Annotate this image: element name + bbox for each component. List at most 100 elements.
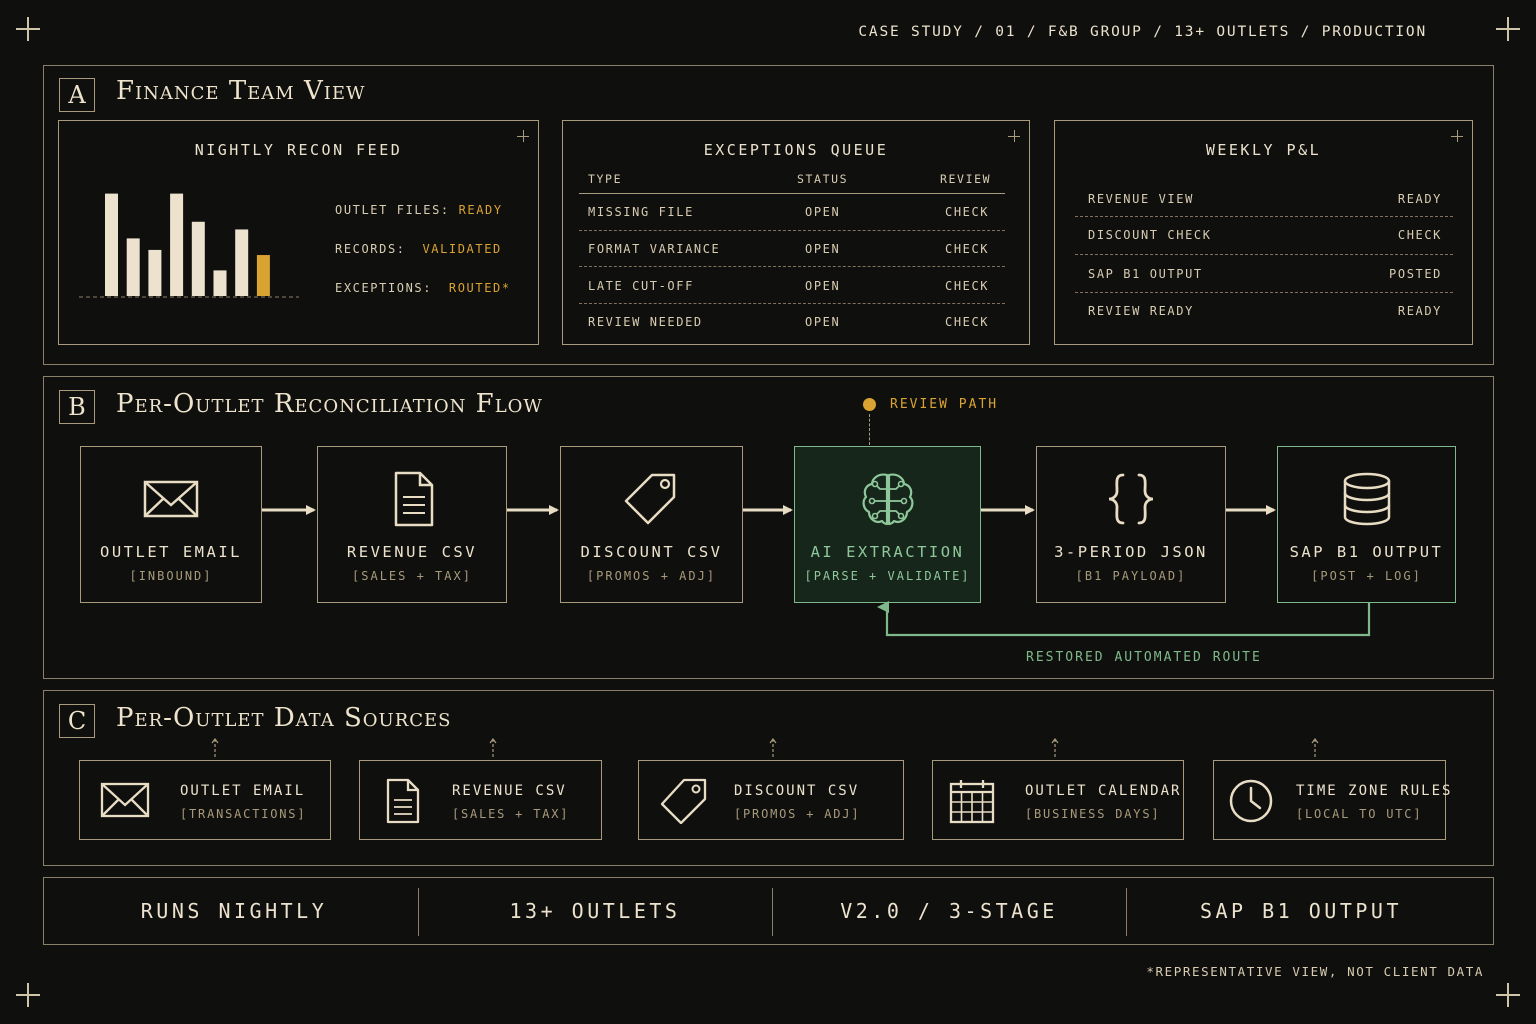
review-path-dot bbox=[863, 398, 876, 411]
recon-status-row: EXCEPTIONS: ROUTED* bbox=[335, 281, 511, 295]
table-cell-status: OPEN bbox=[805, 205, 841, 219]
recon-status-value: READY bbox=[458, 203, 503, 217]
section-letter-c: C bbox=[59, 704, 95, 738]
recon-status-value: ROUTED* bbox=[448, 281, 511, 295]
pnl-row-label: DISCOUNT CHECK bbox=[1088, 228, 1212, 242]
flow-step-sub: [PARSE + VALIDATE] bbox=[804, 569, 971, 583]
source-time-zone-rules[interactable]: TIME ZONE RULES [LOCAL TO UTC] bbox=[1213, 760, 1450, 840]
row-divider bbox=[1075, 216, 1453, 217]
flow-step-label: 3-PERIOD JSON bbox=[1054, 543, 1208, 561]
section-b-reconciliation-flow: B Per-Outlet Reconciliation Flow REVIEW … bbox=[43, 376, 1494, 679]
table-cell-type: MISSING FILE bbox=[588, 205, 694, 219]
source-sub: [TRANSACTIONS] bbox=[180, 807, 307, 821]
stat-version: V2.0 / 3-STAGE bbox=[840, 899, 1058, 923]
tag-icon bbox=[624, 473, 675, 525]
table-cell-status: OPEN bbox=[805, 315, 841, 329]
recon-status-label: EXCEPTIONS: bbox=[335, 281, 433, 295]
flow-step-sap-b1-output[interactable]: SAP B1 OUTPUT [POST + LOG] bbox=[1277, 446, 1456, 603]
braces-icon bbox=[1108, 473, 1154, 525]
source-label: DISCOUNT CSV bbox=[734, 783, 860, 799]
table-header-rule bbox=[579, 193, 1005, 194]
corner-mark-top-left bbox=[16, 17, 40, 41]
source-sub: [LOCAL TO UTC] bbox=[1296, 807, 1423, 821]
table-header-status: STATUS bbox=[797, 172, 849, 186]
chart-bar bbox=[213, 270, 227, 296]
table-cell-type: REVIEW NEEDED bbox=[588, 315, 703, 329]
pnl-row-value: CHECK bbox=[1397, 228, 1442, 242]
table-header-type: TYPE bbox=[588, 172, 623, 186]
source-outlet-calendar[interactable]: OUTLET CALENDAR [BUSINESS DAYS] bbox=[932, 760, 1184, 840]
brain-icon bbox=[862, 473, 913, 526]
stats-bar: RUNS NIGHTLY 13+ OUTLETS V2.0 / 3-STAGE … bbox=[43, 877, 1494, 945]
nightly-recon-feed-card: NIGHTLY RECON FEED OUTLET FILES: READY R… bbox=[58, 120, 539, 345]
flow-step-ai-extraction[interactable]: AI EXTRACTION [PARSE + VALIDATE] bbox=[794, 446, 981, 603]
stat-runs-nightly: RUNS NIGHTLY bbox=[140, 899, 328, 923]
chart-bar bbox=[256, 255, 270, 296]
pnl-row-label: REVIEW READY bbox=[1088, 304, 1194, 318]
review-path-label: REVIEW PATH bbox=[890, 397, 999, 412]
source-outlet-email[interactable]: OUTLET EMAIL [TRANSACTIONS] bbox=[79, 760, 331, 840]
recon-bar-chart bbox=[79, 193, 299, 298]
flow-step-label: REVENUE CSV bbox=[346, 543, 478, 561]
chart-bar bbox=[126, 238, 140, 296]
recon-status-value: VALIDATED bbox=[422, 242, 502, 256]
breadcrumb: CASE STUDY / 01 / F&B GROUP / 13+ OUTLET… bbox=[858, 24, 1427, 40]
flow-step-sub: [PROMOS + ADJ] bbox=[586, 569, 717, 583]
flow-step-3-period-json[interactable]: 3-PERIOD JSON [B1 PAYLOAD] bbox=[1036, 446, 1226, 603]
calendar-icon bbox=[949, 780, 995, 824]
pnl-row-label: REVENUE VIEW bbox=[1088, 192, 1194, 206]
table-header-review: REVIEW bbox=[940, 172, 992, 186]
card-title: WEEKLY P&L bbox=[1205, 141, 1322, 159]
corner-mark-bottom-right bbox=[1496, 983, 1520, 1007]
flow-step-discount-csv[interactable]: DISCOUNT CSV [PROMOS + ADJ] bbox=[560, 446, 743, 603]
chart-bar bbox=[148, 249, 162, 296]
source-discount-csv[interactable]: DISCOUNT CSV [PROMOS + ADJ] bbox=[638, 760, 904, 840]
flow-step-sub: [SALES + TAX] bbox=[352, 569, 472, 583]
stat-outlets: 13+ OUTLETS bbox=[509, 899, 681, 923]
flow-step-revenue-csv[interactable]: REVENUE CSV [SALES + TAX] bbox=[317, 446, 507, 603]
source-label: REVENUE CSV bbox=[452, 783, 567, 799]
document-icon bbox=[394, 471, 434, 527]
exceptions-queue-card: EXCEPTIONS QUEUE TYPE STATUS REVIEW MISS… bbox=[562, 120, 1030, 345]
pnl-row-value: POSTED bbox=[1389, 267, 1442, 281]
recon-status-row: RECORDS: VALIDATED bbox=[335, 242, 502, 256]
row-divider bbox=[1075, 292, 1453, 293]
flow-step-sub: [POST + LOG] bbox=[1311, 569, 1422, 583]
pnl-row-value: READY bbox=[1397, 192, 1442, 206]
loop-back-label: RESTORED AUTOMATED ROUTE bbox=[1026, 650, 1262, 665]
database-icon bbox=[1343, 472, 1390, 526]
document-icon bbox=[386, 778, 420, 824]
flow-step-outlet-email[interactable]: OUTLET EMAIL [INBOUND] bbox=[80, 446, 262, 603]
section-letter-a: A bbox=[59, 78, 95, 112]
source-label: OUTLET EMAIL bbox=[180, 783, 306, 799]
table-cell-review[interactable]: CHECK bbox=[945, 279, 989, 293]
tag-icon bbox=[660, 778, 707, 824]
source-label: TIME ZONE RULES bbox=[1296, 783, 1453, 799]
source-label: OUTLET CALENDAR bbox=[1025, 783, 1182, 799]
card-title: NIGHTLY RECON FEED bbox=[194, 141, 403, 159]
card-title: EXCEPTIONS QUEUE bbox=[703, 141, 889, 159]
section-title-b: Per-Outlet Reconciliation Flow bbox=[116, 389, 543, 419]
envelope-icon bbox=[143, 480, 199, 518]
section-title-a: Finance Team View bbox=[116, 76, 366, 106]
source-sub: [BUSINESS DAYS] bbox=[1025, 807, 1161, 821]
footnote: *REPRESENTATIVE VIEW, NOT CLIENT DATA bbox=[1146, 964, 1484, 979]
stat-sap-output: SAP B1 OUTPUT bbox=[1199, 899, 1403, 923]
chart-bar bbox=[191, 221, 205, 296]
review-path-connector bbox=[869, 414, 870, 445]
table-cell-review[interactable]: CHECK bbox=[945, 242, 989, 256]
recon-status-label: RECORDS: bbox=[335, 242, 406, 256]
table-cell-review[interactable]: CHECK bbox=[945, 315, 989, 329]
row-divider bbox=[1075, 254, 1453, 255]
flow-step-sub: [INBOUND] bbox=[129, 569, 213, 583]
section-title-c: Per-Outlet Data Sources bbox=[116, 703, 452, 733]
weekly-pnl-card: WEEKLY P&L REVENUE VIEW READY DISCOUNT C… bbox=[1054, 120, 1473, 345]
row-divider bbox=[579, 230, 1005, 231]
envelope-icon bbox=[100, 782, 150, 818]
section-letter-b: B bbox=[59, 390, 95, 424]
table-cell-review[interactable]: CHECK bbox=[945, 205, 989, 219]
row-divider bbox=[579, 266, 1005, 267]
source-revenue-csv[interactable]: REVENUE CSV [SALES + TAX] bbox=[359, 760, 602, 840]
section-c-data-sources: C Per-Outlet Data Sources OUTLET EMAIL [… bbox=[43, 690, 1494, 866]
row-divider bbox=[579, 303, 1005, 304]
